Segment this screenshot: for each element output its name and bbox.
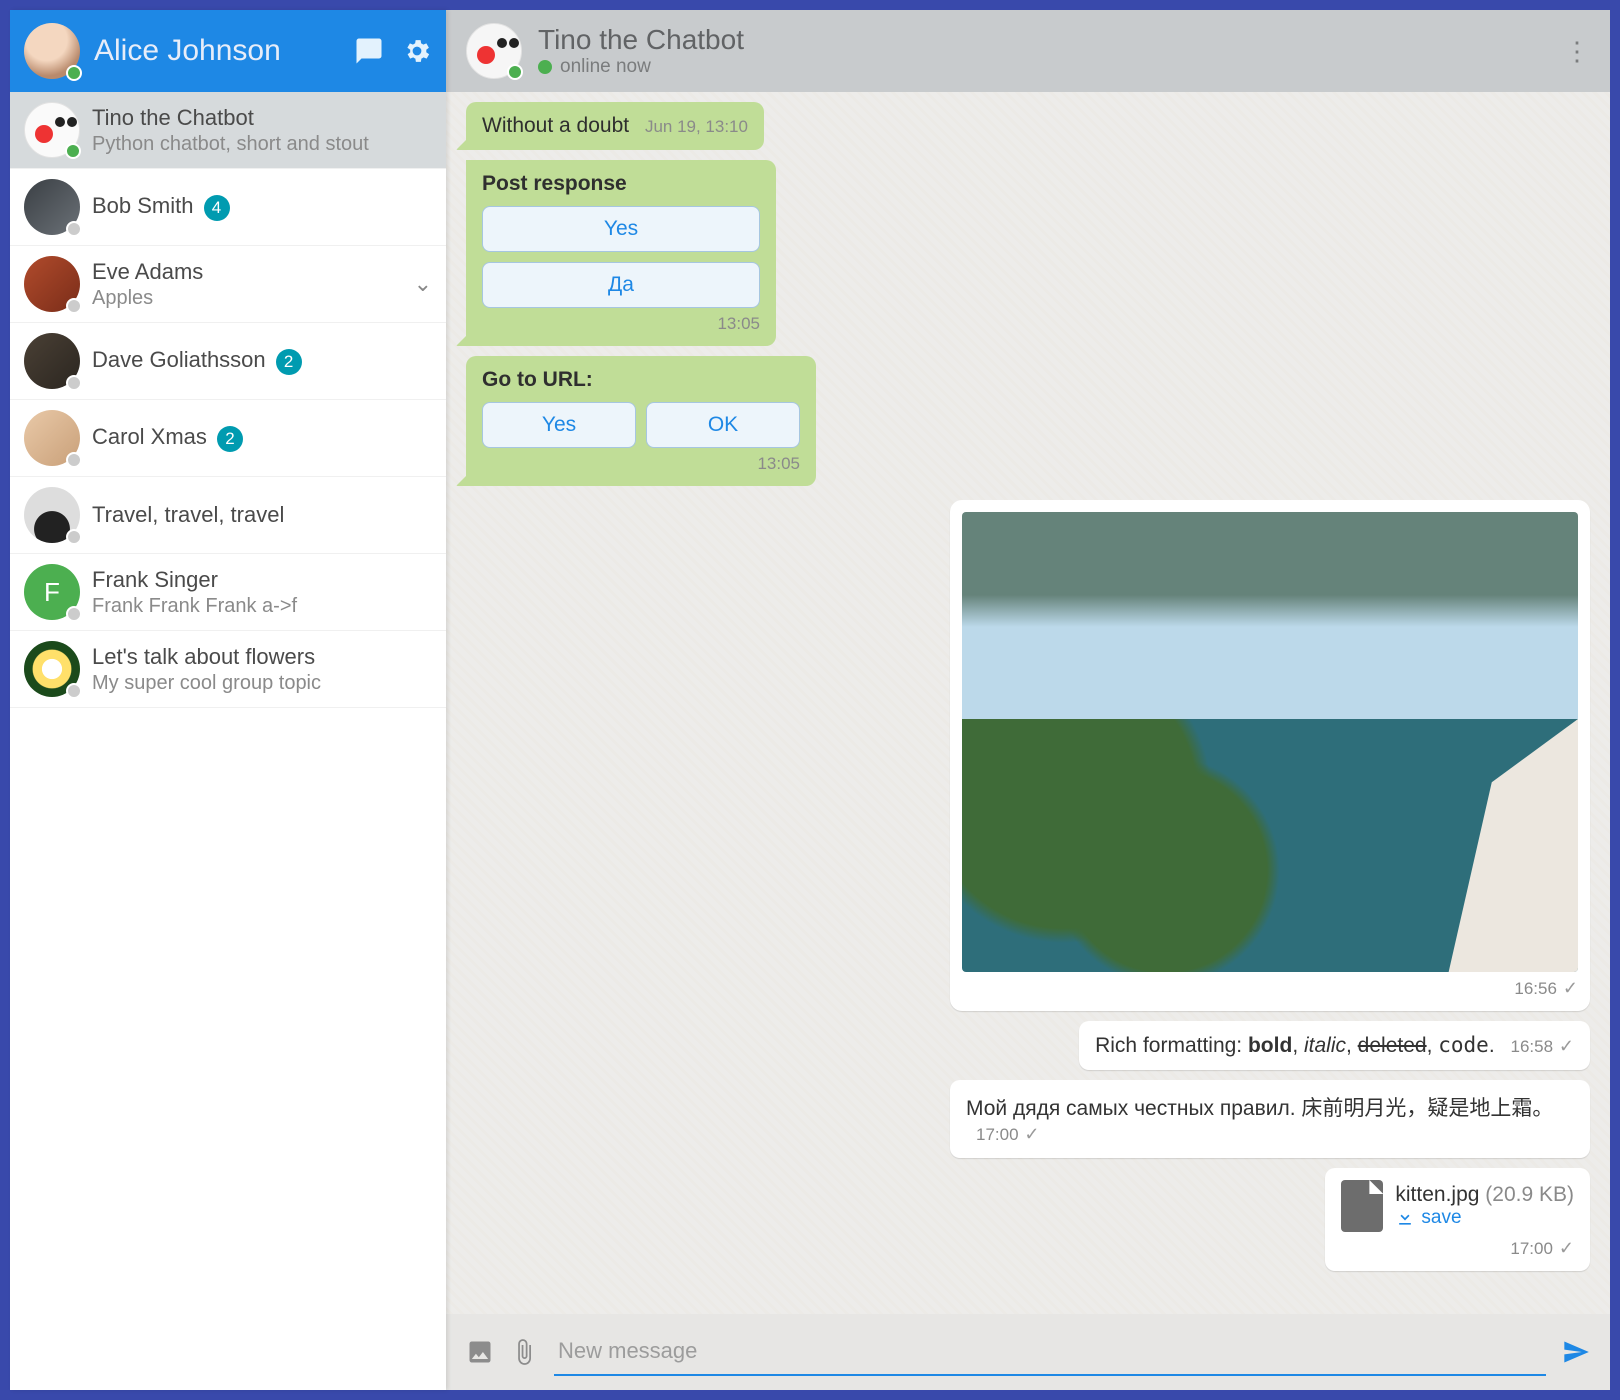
contact-name: Eve Adams xyxy=(92,259,414,285)
contact-avatar xyxy=(24,102,80,158)
file-icon xyxy=(1341,1180,1383,1232)
download-icon xyxy=(1395,1208,1415,1228)
contact-name: Tino the Chatbot xyxy=(92,105,432,131)
message-timestamp: Jun 19, 13:10 xyxy=(645,117,748,136)
chat-list-item[interactable]: F Frank SingerFrank Frank Frank a->f xyxy=(10,554,446,631)
message-bubble: Мой дядя самых честных правил. 床前明月光，疑是地… xyxy=(950,1080,1590,1158)
my-avatar[interactable] xyxy=(24,23,80,79)
contact-avatar xyxy=(24,410,80,466)
contact-subtitle: My super cool group topic xyxy=(92,672,432,695)
contact-avatar xyxy=(24,179,80,235)
presence-dot xyxy=(66,606,82,622)
file-message: kitten.jpg (20.9 KB) save 17:00 ✓ xyxy=(1325,1168,1590,1271)
message-bubble: Without a doubt Jun 19, 13:10 xyxy=(466,102,764,150)
contact-subtitle: Apples xyxy=(92,287,414,310)
chat-list-item[interactable]: Dave Goliathsson2 xyxy=(10,323,446,400)
contact-avatar xyxy=(24,333,80,389)
save-file-link[interactable]: save xyxy=(1395,1207,1574,1229)
new-chat-icon[interactable] xyxy=(354,36,384,66)
online-dot xyxy=(538,60,552,74)
message-timestamp: 17:00 xyxy=(976,1125,1019,1144)
bold-text: bold xyxy=(1248,1034,1292,1057)
sent-tick-icon: ✓ xyxy=(1563,978,1578,999)
presence-dot xyxy=(66,375,82,391)
message-text: Without a doubt xyxy=(482,114,629,137)
form-title: Go to URL: xyxy=(482,368,800,392)
peer-avatar[interactable] xyxy=(466,23,522,79)
image-message: 16:56 ✓ xyxy=(950,500,1590,1011)
presence-dot xyxy=(65,143,81,159)
contact-avatar xyxy=(24,641,80,697)
file-name: kitten.jpg xyxy=(1395,1183,1479,1206)
form-button-yes[interactable]: Yes xyxy=(482,402,636,448)
message-timestamp: 13:05 xyxy=(757,454,800,474)
form-button-ok[interactable]: OK xyxy=(646,402,800,448)
message-timestamp: 13:05 xyxy=(717,314,760,334)
unread-badge: 2 xyxy=(276,349,302,375)
deleted-text: deleted xyxy=(1358,1034,1427,1057)
chat-header: Tino the Chatbot online now ⋮ xyxy=(446,10,1610,92)
sent-tick-icon: ✓ xyxy=(1024,1124,1039,1144)
attach-icon[interactable] xyxy=(510,1338,538,1366)
contact-name: Dave Goliathsson2 xyxy=(92,347,432,375)
chat-title[interactable]: Tino the Chatbot xyxy=(538,24,1564,56)
send-icon[interactable] xyxy=(1562,1338,1590,1366)
sent-tick-icon: ✓ xyxy=(1559,1238,1574,1259)
contact-avatar xyxy=(24,256,80,312)
presence-dot xyxy=(66,452,82,468)
chat-list-item[interactable]: Carol Xmas2 xyxy=(10,400,446,477)
sidebar-header: Alice Johnson xyxy=(10,10,446,92)
presence-dot xyxy=(66,683,82,699)
chat-list-item[interactable]: Let's talk about flowersMy super cool gr… xyxy=(10,631,446,708)
chevron-down-icon[interactable]: ⌄ xyxy=(414,271,432,297)
chat-list[interactable]: Tino the ChatbotPython chatbot, short an… xyxy=(10,92,446,1390)
message-list[interactable]: Without a doubt Jun 19, 13:10 Post respo… xyxy=(446,92,1610,1314)
presence-dot xyxy=(66,529,82,545)
unread-badge: 2 xyxy=(217,426,243,452)
code-text: code xyxy=(1438,1033,1489,1057)
form-bubble: Go to URL: Yes OK 13:05 xyxy=(466,356,816,486)
contact-subtitle: Python chatbot, short and stout xyxy=(92,133,432,156)
sent-tick-icon: ✓ xyxy=(1559,1036,1574,1056)
form-button-yes[interactable]: Yes xyxy=(482,206,760,252)
presence-dot xyxy=(507,64,523,80)
contact-avatar xyxy=(24,487,80,543)
message-bubble: Rich formatting: bold, italic, deleted, … xyxy=(1079,1021,1590,1070)
message-timestamp: 16:56 xyxy=(1514,979,1557,999)
contact-name: Bob Smith4 xyxy=(92,193,432,221)
contact-name: Travel, travel, travel xyxy=(92,502,432,528)
chat-list-item[interactable]: Tino the ChatbotPython chatbot, short an… xyxy=(10,92,446,169)
contact-subtitle: Frank Frank Frank a->f xyxy=(92,595,432,618)
unread-badge: 4 xyxy=(204,195,230,221)
message-text: Мой дядя самых честных правил. 床前明月光，疑是地… xyxy=(966,1097,1553,1120)
chat-list-item[interactable]: Eve AdamsApples⌄ xyxy=(10,246,446,323)
settings-icon[interactable] xyxy=(402,36,432,66)
contact-name: Frank Singer xyxy=(92,567,432,593)
italic-text: italic xyxy=(1304,1034,1346,1057)
my-username[interactable]: Alice Johnson xyxy=(94,34,354,68)
presence-dot xyxy=(66,298,82,314)
contact-avatar: F xyxy=(24,564,80,620)
message-timestamp: 16:58 xyxy=(1511,1037,1554,1056)
chat-list-item[interactable]: Bob Smith4 xyxy=(10,169,446,246)
sidebar: Alice Johnson Tino the ChatbotPython cha… xyxy=(10,10,446,1390)
chat-pane: Tino the Chatbot online now ⋮ Without a … xyxy=(446,10,1610,1390)
more-menu-icon[interactable]: ⋮ xyxy=(1564,36,1590,67)
chat-list-item[interactable]: Travel, travel, travel xyxy=(10,477,446,554)
message-input[interactable] xyxy=(554,1328,1546,1376)
form-bubble: Post response Yes Да 13:05 xyxy=(466,160,776,346)
file-size: (20.9 KB) xyxy=(1485,1183,1574,1206)
contact-name: Let's talk about flowers xyxy=(92,644,432,670)
chat-status: online now xyxy=(538,56,1564,78)
image-picker-icon[interactable] xyxy=(466,1338,494,1366)
form-title: Post response xyxy=(482,172,760,196)
presence-dot xyxy=(66,221,82,237)
app-root: Alice Johnson Tino the ChatbotPython cha… xyxy=(10,10,1610,1390)
message-timestamp: 17:00 xyxy=(1510,1239,1553,1259)
presence-dot xyxy=(66,65,82,81)
composer xyxy=(446,1314,1610,1390)
form-button-da[interactable]: Да xyxy=(482,262,760,308)
contact-name: Carol Xmas2 xyxy=(92,424,432,452)
photo-attachment[interactable] xyxy=(962,512,1578,972)
